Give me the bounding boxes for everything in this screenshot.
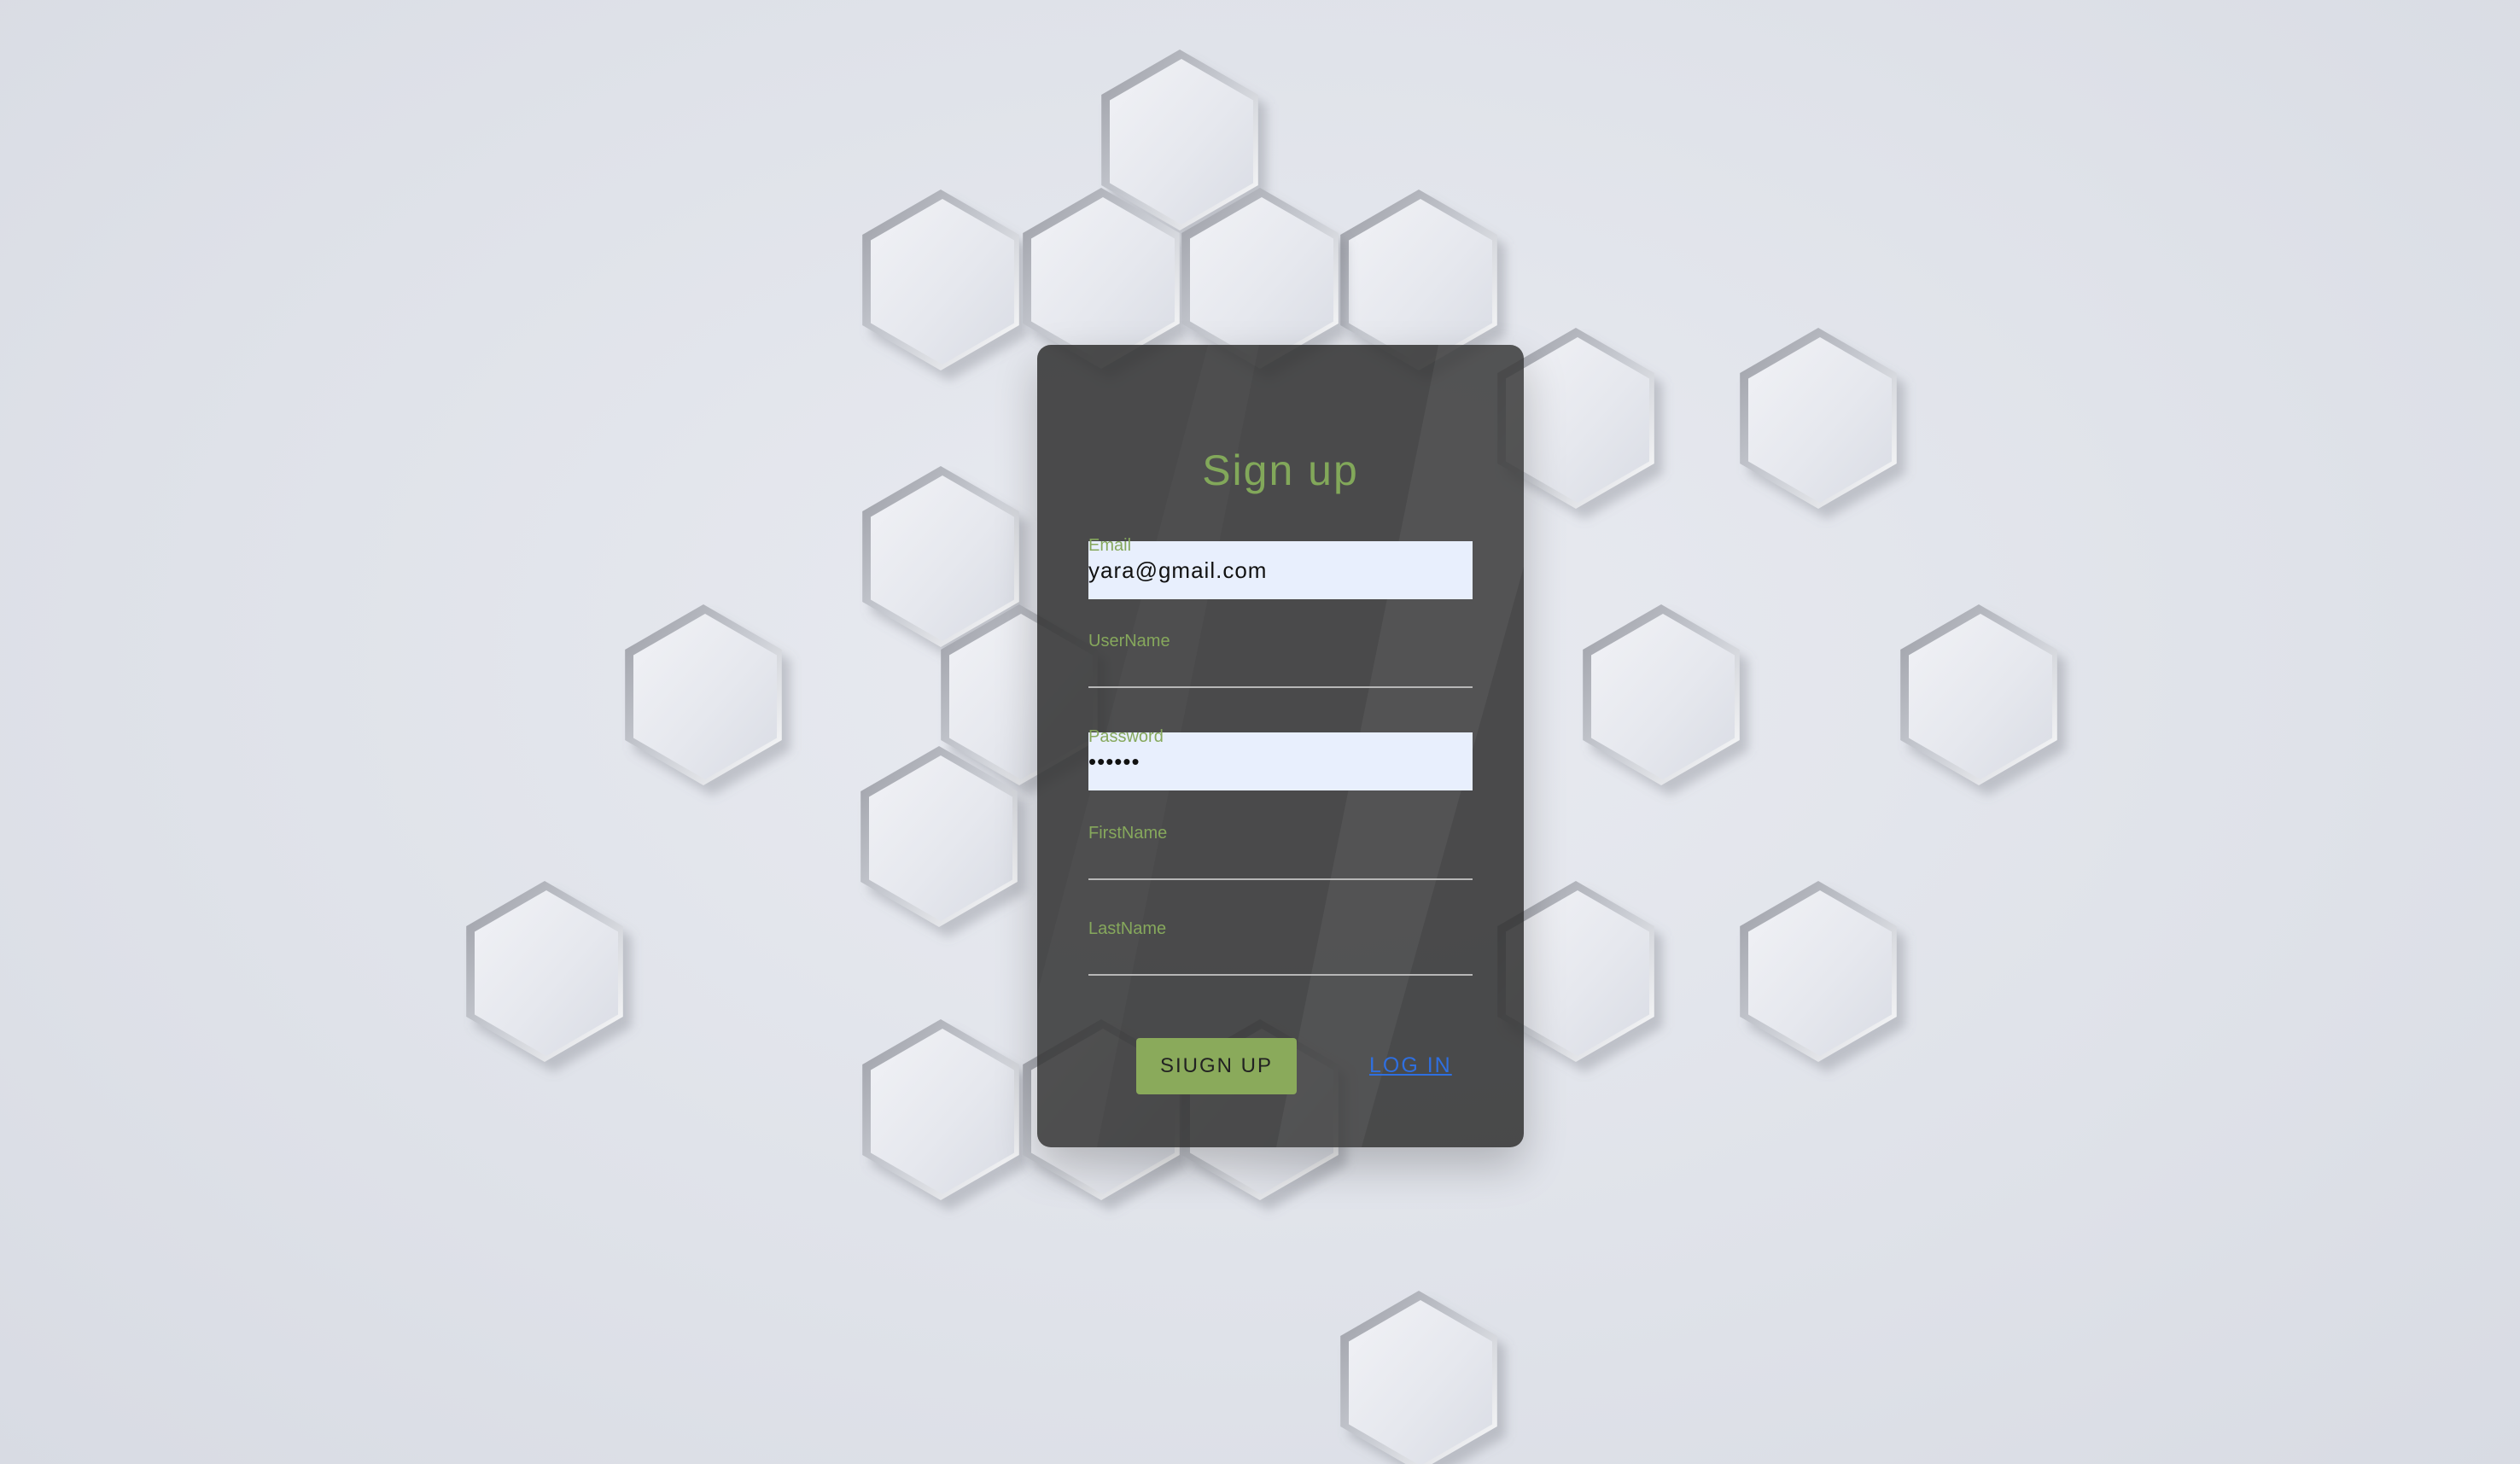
- username-label: UserName: [1088, 632, 1170, 650]
- signup-card: Sign up Email UserName Password FirstNam…: [1037, 345, 1524, 1147]
- lastname-field[interactable]: [1088, 940, 1473, 976]
- firstname-label: FirstName: [1088, 824, 1168, 843]
- email-field[interactable]: [1088, 541, 1473, 599]
- login-link[interactable]: LOG IN: [1369, 1053, 1452, 1078]
- signup-button[interactable]: SIUGN UP: [1136, 1038, 1297, 1094]
- page-title: Sign up: [1202, 446, 1359, 494]
- username-field[interactable]: [1088, 652, 1473, 688]
- password-label: Password: [1088, 727, 1164, 746]
- lastname-label: LastName: [1088, 919, 1167, 938]
- firstname-field[interactable]: [1088, 844, 1473, 880]
- email-label: Email: [1088, 536, 1132, 555]
